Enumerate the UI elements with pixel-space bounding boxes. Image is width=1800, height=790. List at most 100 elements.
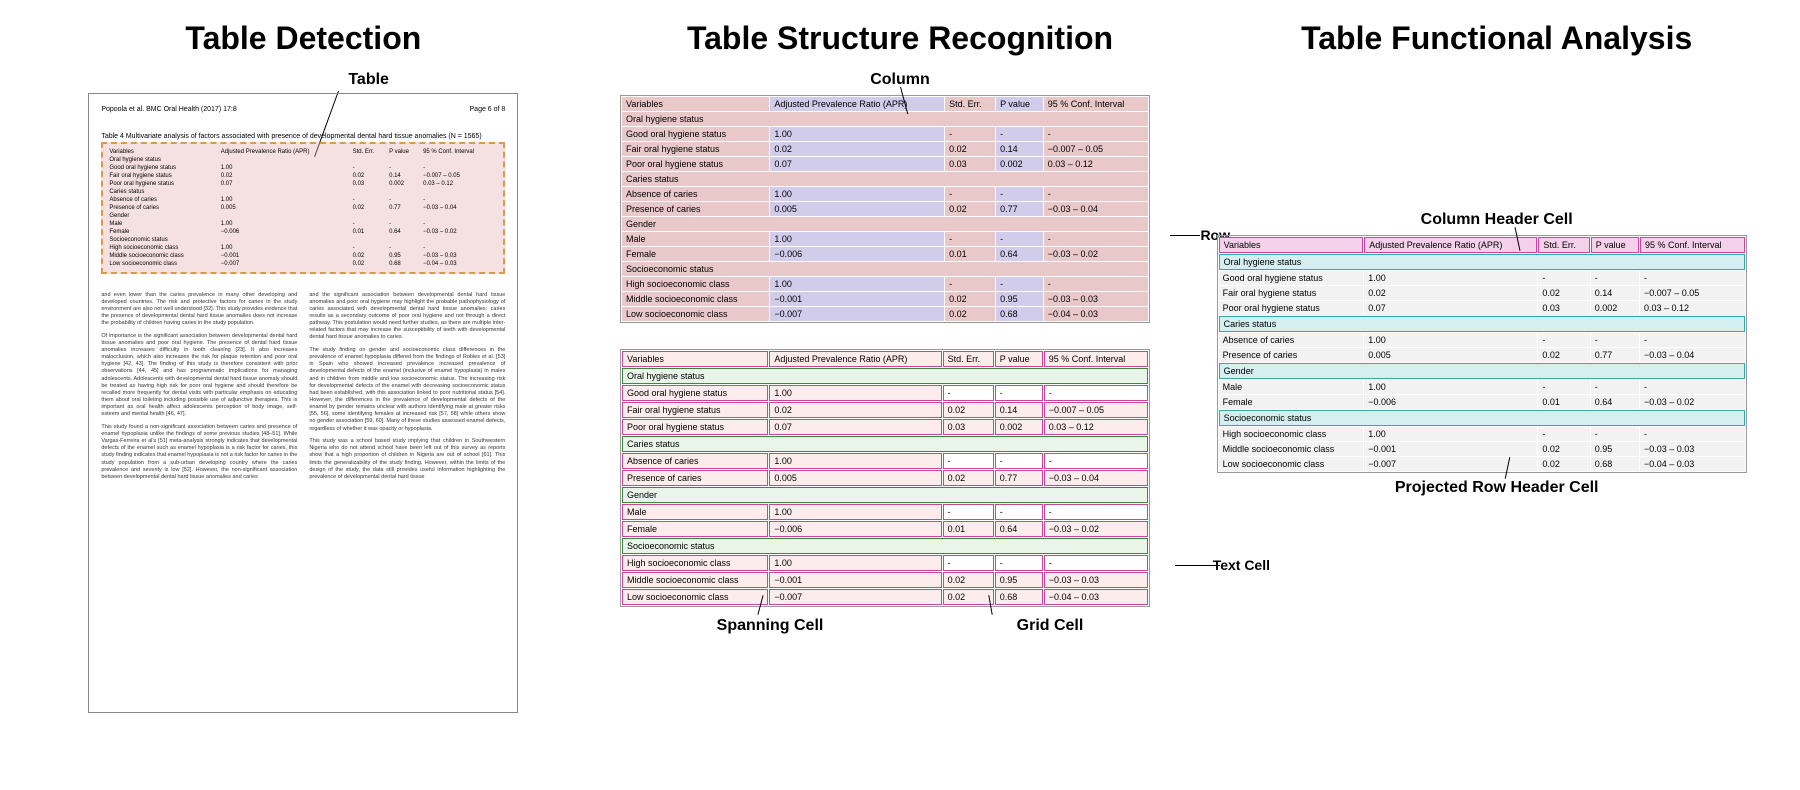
section-header-cell: Gender <box>622 217 1148 231</box>
data-cell: 0.77 <box>1591 348 1639 362</box>
data-cell: - <box>1044 504 1148 520</box>
data-cell: 0.68 <box>996 307 1043 321</box>
data-cell: Low socioeconomic class <box>622 589 768 605</box>
data-cell: - <box>1640 427 1745 441</box>
document-page: Popoola et al. BMC Oral Health (2017) 17… <box>88 93 518 713</box>
data-cell: 0.14 <box>996 142 1043 156</box>
data-cell: - <box>943 453 994 469</box>
data-cell: - <box>1044 232 1148 246</box>
panel-structure: Table Structure Recognition Column Row V… <box>617 20 1184 639</box>
data-cell: - <box>996 187 1043 201</box>
data-cell: - <box>995 453 1043 469</box>
data-cell: 1.00 <box>770 232 944 246</box>
doc-para2: Of importance is the significant associa… <box>101 333 297 419</box>
doc-para6: This study was a school based study impl… <box>309 438 505 481</box>
data-cell: 0.002 <box>1591 301 1639 315</box>
data-cell: - <box>1044 277 1148 291</box>
title-functional: Table Functional Analysis <box>1301 20 1692 57</box>
data-cell: - <box>1591 333 1639 347</box>
data-cell: Middle socioeconomic class <box>622 572 768 588</box>
title-structure: Table Structure Recognition <box>687 20 1113 57</box>
data-cell: 0.02 <box>1538 348 1589 362</box>
data-cell: 1.00 <box>1364 333 1537 347</box>
data-cell: Female <box>1219 395 1364 409</box>
data-cell: 0.002 <box>995 419 1043 435</box>
data-cell: - <box>1591 427 1639 441</box>
doc-col-right: and the significant association between … <box>309 286 505 487</box>
data-cell: - <box>996 277 1043 291</box>
data-cell: 0.02 <box>945 292 995 306</box>
data-cell: 0.95 <box>996 292 1043 306</box>
data-cell: 0.03 <box>1538 301 1589 315</box>
data-cell: - <box>1538 271 1589 285</box>
data-cell: - <box>1044 453 1148 469</box>
data-cell: - <box>945 187 995 201</box>
data-cell: Absence of caries <box>1219 333 1364 347</box>
data-cell: - <box>1640 271 1745 285</box>
data-cell: 1.00 <box>769 453 941 469</box>
data-cell: 0.005 <box>769 470 941 486</box>
doc-para1: and even lower than the caries prevalenc… <box>101 292 297 328</box>
data-cell: −0.04 – 0.03 <box>1044 589 1148 605</box>
header-cell: Variables <box>1219 237 1364 253</box>
data-cell: −0.007 – 0.05 <box>1044 142 1148 156</box>
data-cell: −0.03 – 0.04 <box>1044 470 1148 486</box>
section-header-cell: Oral hygiene status <box>622 112 1148 126</box>
data-cell: - <box>1044 187 1148 201</box>
data-cell: 0.02 <box>1538 442 1589 456</box>
header-cell: Variables <box>622 351 768 367</box>
detected-table-region: VariablesAdjusted Prevalence Ratio (APR)… <box>101 142 505 274</box>
data-cell: - <box>945 232 995 246</box>
detected-mini-table: VariablesAdjusted Prevalence Ratio (APR)… <box>107 148 499 268</box>
tsr-table-columns: VariablesAdjusted Prevalence Ratio (APR)… <box>620 95 1150 323</box>
data-cell: −0.03 – 0.02 <box>1640 395 1745 409</box>
annot-textcell-line <box>1175 565 1220 566</box>
doc-header: Popoola et al. BMC Oral Health (2017) 17… <box>101 106 505 113</box>
data-cell: 0.01 <box>943 521 994 537</box>
data-cell: Middle socioeconomic class <box>622 292 769 306</box>
header-cell: Adjusted Prevalence Ratio (APR) <box>1364 237 1537 253</box>
data-cell: Absence of caries <box>622 187 769 201</box>
data-cell: −0.007 – 0.05 <box>1044 402 1148 418</box>
section-header-cell: Gender <box>1219 363 1745 379</box>
data-cell: - <box>995 385 1043 401</box>
detection-annot-wrap: Table Popoola et al. BMC Oral Health (20… <box>88 67 518 713</box>
title-detection: Table Detection <box>185 20 421 57</box>
data-cell: Good oral hygiene status <box>1219 271 1364 285</box>
data-cell: 0.02 <box>943 402 994 418</box>
data-cell: −0.04 – 0.03 <box>1044 307 1148 321</box>
data-cell: 0.77 <box>996 202 1043 216</box>
data-cell: Absence of caries <box>622 453 768 469</box>
data-cell: 0.02 <box>945 307 995 321</box>
section-header-cell: Socioeconomic status <box>622 262 1148 276</box>
data-cell: - <box>995 555 1043 571</box>
data-cell: 0.14 <box>1591 286 1639 300</box>
data-cell: Female <box>622 521 768 537</box>
data-cell: −0.006 <box>1364 395 1537 409</box>
tfa-annot-wrap: Column Header Cell VariablesAdjusted Pre… <box>1217 207 1777 501</box>
data-cell: - <box>995 504 1043 520</box>
figure-container: Table Detection Table Popoola et al. BMC… <box>20 20 1780 713</box>
header-cell: Adjusted Prevalence Ratio (APR) <box>770 97 944 111</box>
data-cell: 0.02 <box>943 572 994 588</box>
data-cell: 0.02 <box>943 589 994 605</box>
data-cell: 0.02 <box>1538 286 1589 300</box>
header-cell: Std. Err. <box>1538 237 1589 253</box>
data-cell: 0.68 <box>1591 457 1639 471</box>
data-cell: 1.00 <box>769 504 941 520</box>
header-cell: P value <box>996 97 1043 111</box>
data-cell: 0.14 <box>995 402 1043 418</box>
data-cell: - <box>945 127 995 141</box>
data-cell: 0.02 <box>769 402 941 418</box>
doc-para4: and the significant association between … <box>309 292 505 342</box>
data-cell: 0.03 – 0.12 <box>1640 301 1745 315</box>
header-cell: Variables <box>622 97 769 111</box>
data-cell: - <box>1640 333 1745 347</box>
data-cell: - <box>943 504 994 520</box>
data-cell: - <box>996 232 1043 246</box>
doc-para3: This study found a non-significant assoc… <box>101 424 297 481</box>
data-cell: Low socioeconomic class <box>1219 457 1364 471</box>
data-cell: - <box>1044 555 1148 571</box>
tsr-table-cells: VariablesAdjusted Prevalence Ratio (APR)… <box>620 349 1150 607</box>
data-cell: 1.00 <box>769 555 941 571</box>
